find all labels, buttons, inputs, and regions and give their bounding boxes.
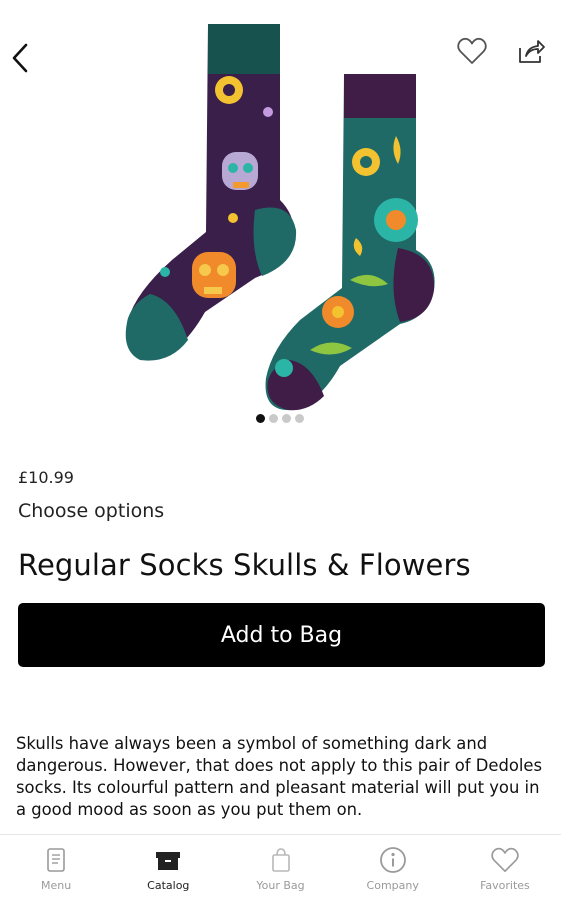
bottom-tab-bar: Menu Catalog Your Bag Company Favorites bbox=[0, 834, 561, 901]
pagination-dot[interactable] bbox=[282, 414, 291, 423]
left-sock bbox=[125, 24, 297, 361]
tab-catalog[interactable]: Catalog bbox=[112, 835, 224, 901]
catalog-box-icon bbox=[153, 845, 183, 875]
menu-book-icon bbox=[41, 845, 71, 875]
tab-label: Your Bag bbox=[256, 879, 305, 892]
product-price: £10.99 bbox=[18, 468, 74, 487]
shopping-bag-icon bbox=[266, 845, 296, 875]
pagination-dot[interactable] bbox=[269, 414, 278, 423]
add-to-bag-label: Add to Bag bbox=[220, 622, 343, 648]
tab-label: Favorites bbox=[480, 879, 530, 892]
tab-label: Company bbox=[366, 879, 419, 892]
tab-favorites[interactable]: Favorites bbox=[449, 835, 561, 901]
tab-menu[interactable]: Menu bbox=[0, 835, 112, 901]
product-image-gallery[interactable] bbox=[0, 0, 561, 430]
heart-icon bbox=[456, 36, 488, 70]
tab-company[interactable]: Company bbox=[337, 835, 449, 901]
add-to-favorites-button[interactable] bbox=[452, 34, 492, 72]
tab-label: Menu bbox=[41, 879, 72, 892]
back-arrow-icon bbox=[10, 41, 30, 79]
tab-label: Catalog bbox=[147, 879, 190, 892]
product-description: Skulls have always been a symbol of some… bbox=[16, 734, 543, 819]
image-pagination-dots bbox=[256, 414, 304, 423]
add-to-bag-button[interactable]: Add to Bag bbox=[18, 603, 545, 667]
info-icon bbox=[378, 845, 408, 875]
back-button[interactable] bbox=[4, 40, 36, 80]
heart-icon bbox=[490, 845, 520, 875]
pagination-dot[interactable] bbox=[256, 414, 265, 423]
product-title: Regular Socks Skulls & Flowers bbox=[18, 548, 471, 582]
tab-your-bag[interactable]: Your Bag bbox=[224, 835, 336, 901]
share-icon bbox=[516, 36, 546, 70]
pagination-dot[interactable] bbox=[295, 414, 304, 423]
choose-options-link[interactable]: Choose options bbox=[18, 500, 164, 522]
share-button[interactable] bbox=[510, 34, 552, 72]
